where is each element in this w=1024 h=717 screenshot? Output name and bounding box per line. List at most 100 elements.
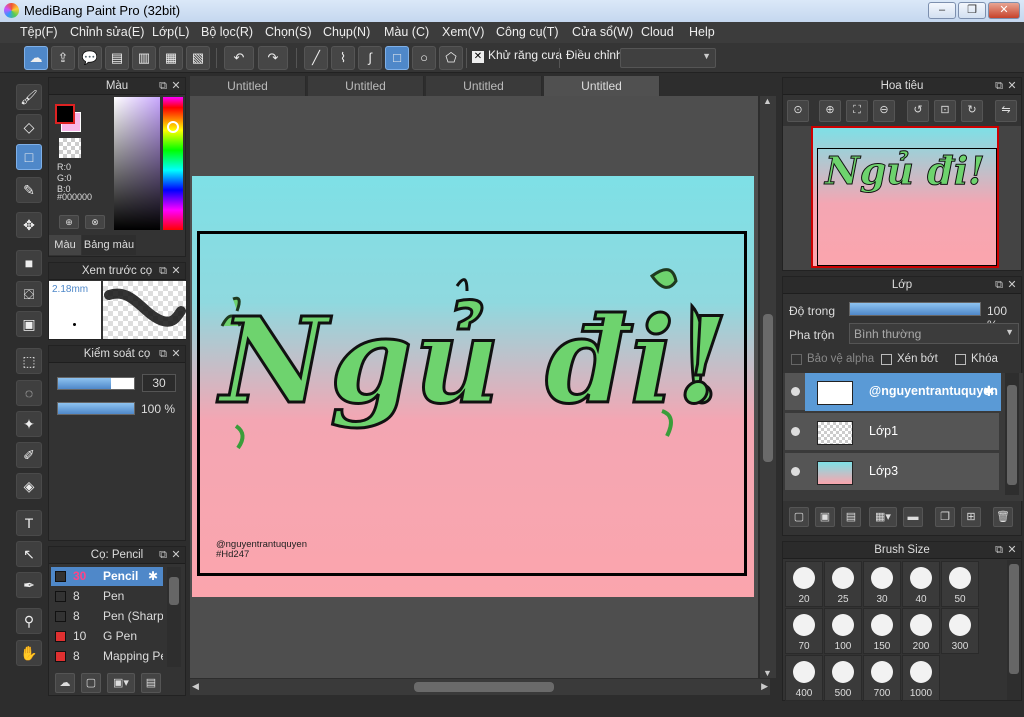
popout-icon[interactable]: ⧉ [157, 548, 169, 562]
artwork-canvas[interactable]: Ngủ đi! @nguyentrantuquyen #Hd247 [192, 176, 754, 597]
hand-tool-icon[interactable]: ✋ [16, 640, 42, 666]
new-brush-icon[interactable]: ▢ [81, 673, 101, 693]
saturation-value-picker[interactable] [114, 97, 160, 230]
antialias-checkbox[interactable]: ✕ [472, 51, 484, 63]
new-halftone-layer-icon[interactable]: ▣ [815, 507, 835, 527]
popout-icon[interactable]: ⧉ [157, 264, 169, 278]
note-icon[interactable]: ▤ [105, 46, 129, 70]
brush-size-option[interactable]: 40 [902, 561, 940, 607]
grid-icon[interactable]: ▦ [159, 46, 183, 70]
ellipse-tool-icon[interactable]: ○ [412, 46, 436, 70]
close-icon[interactable]: ✕ [1006, 543, 1018, 557]
folder-icon[interactable]: ▬ [903, 507, 923, 527]
rectangle-tool-icon[interactable]: □ [385, 46, 409, 70]
popout-icon[interactable]: ⧉ [993, 543, 1005, 557]
minimize-button[interactable]: ‒ [928, 2, 956, 19]
menu-filter[interactable]: Bộ lọc(R) [201, 25, 253, 39]
flip-horizontal-icon[interactable]: ⇋ [995, 100, 1017, 122]
brush-item[interactable]: 30 Pencil ✱ [51, 567, 163, 586]
popout-icon[interactable]: ⧉ [157, 347, 169, 361]
close-icon[interactable]: ✕ [170, 548, 182, 562]
settings-grid-icon[interactable]: ▧ [186, 46, 210, 70]
layer-row[interactable]: Lớp1 [785, 413, 999, 451]
scroll-thumb[interactable] [414, 682, 554, 692]
brush-size-option[interactable]: 200 [902, 608, 940, 654]
move-tool-icon[interactable]: ✥ [16, 212, 42, 238]
adjust-select[interactable]: ▼ [620, 48, 716, 68]
lock-checkbox[interactable] [955, 354, 966, 365]
layer-row[interactable]: @nguyentrantuquyen ✱ [785, 373, 1001, 411]
navigator-viewport[interactable]: Ngủ đi! [811, 126, 999, 268]
fit-window-icon[interactable]: ⛶ [846, 100, 868, 122]
dot-brush-tool-icon[interactable]: ✎ [16, 177, 42, 203]
redo-icon[interactable]: ↷ [258, 46, 288, 70]
brush-list-scrollbar[interactable] [167, 567, 181, 667]
tab-document[interactable]: Untitled [190, 76, 306, 96]
eyedropper-tool-icon[interactable]: ⚲ [16, 608, 42, 634]
polygon-tool-icon[interactable]: ⬠ [439, 46, 463, 70]
rectangle-shape-tool-icon[interactable]: □ [16, 144, 42, 170]
rotate-left-icon[interactable]: ↺ [907, 100, 929, 122]
add-layer-menu-icon[interactable]: ▦▾ [869, 507, 897, 527]
clipping-checkbox[interactable] [881, 354, 892, 365]
zoom-fit-icon[interactable]: ⊙ [787, 100, 809, 122]
palette-tool-icon[interactable]: ⊗ [85, 215, 105, 229]
merge-layer-icon[interactable]: ⊞ [961, 507, 981, 527]
scroll-right-icon[interactable]: ▶ [761, 681, 768, 692]
palette-add-icon[interactable]: ⊕ [59, 215, 79, 229]
magic-wand-tool-icon[interactable]: ✦ [16, 411, 42, 437]
brush-item[interactable]: 8 Mapping Pe [51, 647, 163, 666]
menu-edit[interactable]: Chỉnh sửa(E) [70, 25, 144, 39]
hue-handle[interactable] [167, 121, 179, 133]
divide-tool-icon[interactable]: ✒ [16, 572, 42, 598]
brush-size-option[interactable]: 100 [824, 608, 862, 654]
brush-size-value[interactable]: 30 [142, 374, 176, 392]
eye-icon[interactable] [791, 427, 800, 436]
brush-item[interactable]: 8 Pen [51, 587, 163, 606]
close-icon[interactable]: ✕ [1006, 278, 1018, 292]
zoom-out-icon[interactable]: ⊖ [873, 100, 895, 122]
brush-size-option[interactable]: 300 [941, 608, 979, 654]
navigator-preview[interactable]: Ngủ đi! [783, 126, 1021, 270]
menu-select[interactable]: Chọn(S) [265, 25, 312, 39]
eraser-tool-icon[interactable]: ◇ [16, 114, 42, 140]
duplicate-layer-icon[interactable]: ❐ [935, 507, 955, 527]
share-icon[interactable]: ⇪ [51, 46, 75, 70]
scroll-thumb[interactable] [1007, 385, 1017, 485]
scroll-thumb[interactable] [763, 314, 773, 462]
brush-size-option[interactable]: 1000 [902, 655, 940, 701]
close-icon[interactable]: ✕ [170, 79, 182, 93]
brush-size-option[interactable]: 700 [863, 655, 901, 701]
scroll-thumb[interactable] [1009, 564, 1019, 674]
brush-size-slider[interactable] [57, 377, 135, 390]
comment-icon[interactable]: 💬 [78, 46, 102, 70]
undo-icon[interactable]: ↶ [224, 46, 254, 70]
reset-rotation-icon[interactable]: ⊡ [934, 100, 956, 122]
menu-snap[interactable]: Chụp(N) [323, 25, 370, 39]
cloud-brush-icon[interactable]: ☁ [55, 673, 75, 693]
brush-size-option[interactable]: 500 [824, 655, 862, 701]
scroll-up-icon[interactable]: ▲ [763, 96, 772, 106]
close-button[interactable]: ✕ [988, 2, 1020, 19]
foreground-color-swatch[interactable] [55, 104, 75, 124]
lasso-tool-icon[interactable]: ◌ [16, 380, 42, 406]
brush-tool-icon[interactable]: 🖌 [16, 84, 42, 110]
text-tool-icon[interactable]: T [16, 510, 42, 536]
menu-file[interactable]: Tệp(F) [20, 25, 58, 39]
menu-color[interactable]: Màu (C) [384, 25, 429, 39]
brush-settings-icon[interactable]: ▤ [141, 673, 161, 693]
select-rect-tool-icon[interactable]: ⬚ [16, 348, 42, 374]
hue-slider[interactable] [163, 97, 183, 230]
popout-icon[interactable]: ⧉ [993, 79, 1005, 93]
menu-view[interactable]: Xem(V) [442, 25, 484, 39]
fill-rect-tool-icon[interactable]: ■ [16, 250, 42, 276]
page-icon[interactable]: ▥ [132, 46, 156, 70]
line-tool-icon[interactable]: ╱ [304, 46, 328, 70]
menu-tools[interactable]: Công cụ(T) [496, 25, 559, 39]
brush-item[interactable]: 10 G Pen [51, 627, 163, 646]
delete-layer-icon[interactable]: 🗑 [993, 507, 1013, 527]
curve-tool-icon[interactable]: ∫ [358, 46, 382, 70]
menu-layer[interactable]: Lớp(L) [152, 25, 189, 39]
blend-mode-select[interactable]: Bình thường ▼ [849, 323, 1019, 344]
gradient-tool-icon[interactable]: ▣ [16, 311, 42, 337]
